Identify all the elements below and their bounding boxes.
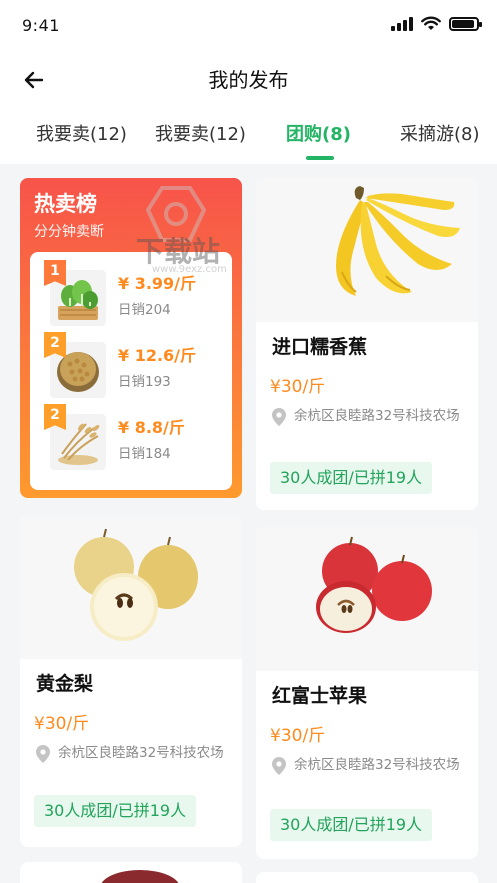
product-name: 进口糯香蕉 <box>272 336 368 358</box>
page-title: 我的发布 <box>208 68 289 92</box>
product-address: 余杭区良睦路32号科技农场 <box>272 753 464 777</box>
product-address: 余杭区良睦路32号科技农场 <box>36 741 228 765</box>
product-name: 红富士苹果 <box>272 685 368 707</box>
product-card[interactable]: 红富士苹果 ¥30/斤 余杭区良睦路32号科技农场 30人成团/已拼19人 <box>256 527 478 859</box>
watermark-url: www.9exz.com <box>152 264 227 275</box>
apple-icon <box>256 527 478 671</box>
hot-list-title: 热卖榜 <box>34 192 97 216</box>
nav-header: 我的发布 <box>0 52 497 108</box>
banana-icon <box>256 178 478 322</box>
app-screen: 9:41 我的发布 我要卖(12) 我要卖(12) 团购(8) 采摘游(8) 热… <box>0 0 497 883</box>
battery-icon <box>449 16 482 31</box>
product-price: ¥30/斤 <box>270 377 326 397</box>
product-price: ¥30/斤 <box>270 726 326 746</box>
cellular-signal-icon <box>391 16 413 31</box>
location-pin-icon <box>272 757 286 775</box>
tab-sell-2[interactable]: 我要卖(12) <box>155 120 246 146</box>
fruit-partial-icon <box>101 870 179 883</box>
product-card-partial[interactable] <box>20 862 242 883</box>
product-address: 余杭区良睦路32号科技农场 <box>272 404 464 428</box>
hot-item-price: ¥ 12.6/斤 <box>118 346 197 365</box>
hot-list-items: 1 ¥ 3.99/斤 日销204 2 ¥ 12.6/斤 日销193 2 ¥ 8.… <box>30 252 232 490</box>
wifi-icon <box>421 16 441 30</box>
tab-active-indicator <box>306 156 334 160</box>
tab-picking-tour[interactable]: 采摘游(8) <box>400 120 480 146</box>
product-card-partial[interactable] <box>256 872 478 883</box>
group-buy-tag: 30人成团/已拼19人 <box>270 462 433 494</box>
hot-list-item[interactable]: 2 ¥ 12.6/斤 日销193 <box>38 332 228 404</box>
hot-list-subtitle: 分分钟卖断 <box>34 224 104 240</box>
product-address-text: 余杭区良睦路32号科技农场 <box>58 745 224 761</box>
tab-group-buy[interactable]: 团购(8) <box>286 120 351 146</box>
product-price: ¥30/斤 <box>34 714 90 734</box>
watermark-logo: 下载站 www.9exz.com <box>132 180 250 280</box>
hot-item-sales: 日销184 <box>118 446 171 462</box>
hot-item-sales: 日销204 <box>118 302 171 318</box>
hot-list-item[interactable]: 2 ¥ 8.8/斤 日销184 <box>38 404 228 476</box>
product-card[interactable]: 进口糯香蕉 ¥30/斤 余杭区良睦路32号科技农场 30人成团/已拼19人 <box>256 178 478 510</box>
product-address-text: 余杭区良睦路32号科技农场 <box>294 408 460 424</box>
product-name: 黄金梨 <box>36 673 94 695</box>
status-icons <box>391 16 482 31</box>
hot-item-price: ¥ 8.8/斤 <box>118 418 185 437</box>
status-bar: 9:41 <box>0 0 497 52</box>
pear-icon <box>20 515 242 659</box>
location-pin-icon <box>36 745 50 763</box>
location-pin-icon <box>272 408 286 426</box>
tab-sell-1[interactable]: 我要卖(12) <box>36 120 127 146</box>
hot-item-sales: 日销193 <box>118 374 171 390</box>
product-card[interactable]: 黄金梨 ¥30/斤 余杭区良睦路32号科技农场 30人成团/已拼19人 <box>20 515 242 847</box>
group-buy-tag: 30人成团/已拼19人 <box>34 795 197 827</box>
product-address-text: 余杭区良睦路32号科技农场 <box>294 757 460 773</box>
tab-bar: 我要卖(12) 我要卖(12) 团购(8) 采摘游(8) <box>0 108 497 164</box>
status-time: 9:41 <box>22 16 60 35</box>
group-buy-tag: 30人成团/已拼19人 <box>270 809 433 841</box>
